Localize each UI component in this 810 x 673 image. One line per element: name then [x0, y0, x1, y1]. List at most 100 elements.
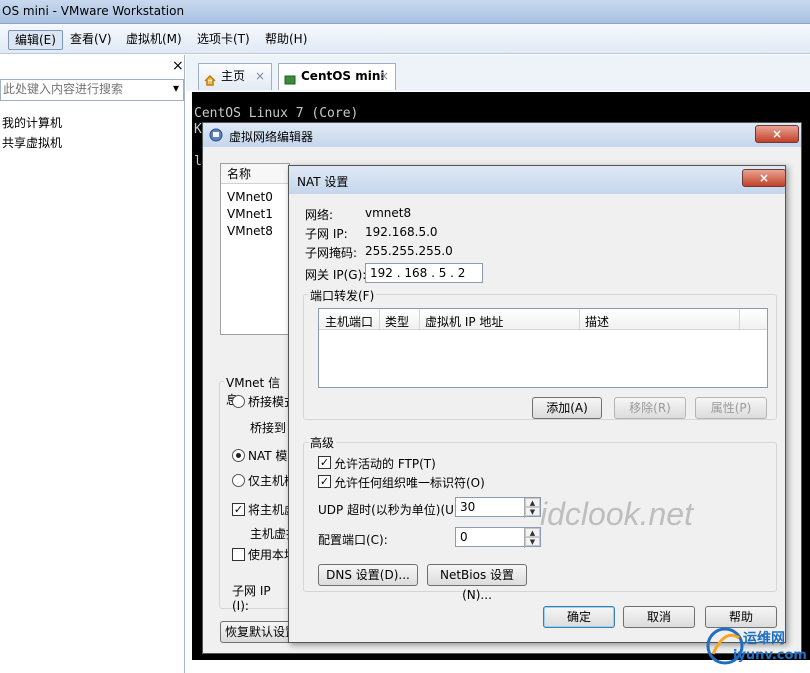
nat-close-button[interactable]: ×: [742, 169, 786, 187]
add-button[interactable]: 添加(A): [532, 397, 602, 419]
bridge-label: 桥接模式: [248, 395, 290, 409]
allow-oui-checkbox[interactable]: ✓: [318, 475, 331, 488]
tab-home[interactable]: 主页 ×: [198, 63, 272, 90]
watermark-text: idclook.net: [540, 496, 693, 532]
vne-title-bar: 虚拟网络编辑器: [203, 123, 801, 147]
column-divider: [379, 309, 380, 330]
tab-centos-close-icon[interactable]: ×: [379, 64, 389, 89]
vnet-list: 名称 VMnet0 VMnet1 VMnet8: [220, 163, 290, 335]
gateway-label: 网关 IP(G):: [305, 268, 367, 282]
cancel-button[interactable]: 取消: [623, 606, 695, 628]
config-port-value: 0: [460, 530, 468, 544]
library-search-input[interactable]: [1, 80, 161, 98]
ok-button[interactable]: 确定: [543, 606, 615, 628]
spin-up-icon[interactable]: ▲: [525, 498, 540, 507]
subnet-mask-label: 子网掩码:: [305, 246, 358, 260]
connect-host-label: 将主机虚: [248, 503, 290, 517]
udp-spinner[interactable]: ▲ ▼: [524, 498, 540, 518]
console-line-2: K: [194, 122, 202, 137]
vne-close-button[interactable]: ×: [755, 125, 799, 143]
nat-settings-dialog: NAT 设置 × 网络: vmnet8 子网 IP: 192.168.5.0 子…: [288, 165, 786, 643]
library-close-icon[interactable]: ×: [172, 58, 184, 74]
vnet-row[interactable]: VMnet0: [227, 190, 273, 204]
port-forward-group: 端口转发(F) 主机端口 类型 虚拟机 IP 地址 描述 添加(A) 移除(R)…: [303, 287, 777, 420]
site-logo: 运维网 iyunv.com: [705, 624, 807, 668]
menu-bar: 编辑(E) 查看(V) 虚拟机(M) 选项卡(T) 帮助(H): [0, 24, 810, 54]
bridge-radio[interactable]: [232, 395, 245, 408]
tree-item-my-computer[interactable]: 我的计算机: [2, 114, 62, 131]
subnet-ip-label: 子网 IP (I):: [232, 584, 271, 613]
col-vm-ip[interactable]: 虚拟机 IP 地址: [425, 313, 503, 330]
host-only-label: 仅主机模式: [248, 474, 290, 488]
dns-settings-button[interactable]: DNS 设置(D)...: [318, 564, 418, 586]
vnet-row[interactable]: VMnet8: [227, 224, 273, 238]
library-search: ▾: [0, 79, 184, 101]
column-divider: [739, 309, 740, 330]
column-divider: [419, 309, 420, 330]
nat-title-bar: NAT 设置: [289, 166, 785, 194]
vnet-col-name: 名称: [221, 164, 289, 184]
allow-oui-label: 允许任何组织唯一标识符(O): [334, 476, 485, 490]
subnet-ip-value: 192.168.5.0: [365, 225, 438, 239]
subnet-ip-label: 子网 IP:: [305, 227, 348, 241]
tree-item-shared-vms[interactable]: 共享虚拟机: [2, 134, 62, 151]
console-line-3: l: [194, 154, 202, 169]
tab-home-label: 主页: [221, 69, 246, 83]
table-header: 主机端口 类型 虚拟机 IP 地址 描述: [319, 309, 767, 330]
tab-centos-mini[interactable]: CentOS mini ×: [278, 63, 396, 90]
close-icon: ×: [771, 127, 783, 141]
home-icon: [204, 70, 216, 86]
host-only-radio[interactable]: [232, 474, 245, 487]
window-title: OS mini - VMware Workstation: [2, 4, 185, 18]
use-local-label: 使用本地: [248, 548, 290, 562]
spin-down-icon[interactable]: ▼: [525, 507, 540, 516]
udp-timeout-value: 30: [460, 500, 476, 514]
col-type[interactable]: 类型: [385, 313, 409, 330]
port-forward-table[interactable]: 主机端口 类型 虚拟机 IP 地址 描述: [318, 308, 768, 388]
advanced-legend: 高级: [308, 434, 337, 451]
tab-bar: 主页 × CentOS mini ×: [186, 55, 810, 91]
menu-help[interactable]: 帮助(H): [259, 30, 313, 50]
menu-vm[interactable]: 虚拟机(M): [120, 30, 188, 50]
console-line-1: CentOS Linux 7 (Core): [194, 106, 359, 121]
col-host-port[interactable]: 主机端口: [325, 313, 373, 330]
allow-ftp-label: 允许活动的 FTP(T): [334, 457, 436, 471]
network-icon: [209, 128, 223, 142]
vm-icon: [284, 70, 296, 85]
spin-up-icon[interactable]: ▲: [525, 528, 540, 537]
menu-view[interactable]: 查看(V): [64, 30, 118, 50]
network-value: vmnet8: [365, 206, 412, 220]
gateway-ip-input[interactable]: 192 . 168 . 5 . 2: [365, 263, 483, 283]
connect-host-checkbox[interactable]: ✓: [232, 503, 245, 516]
restore-defaults-button[interactable]: 恢复默认设置: [220, 621, 292, 643]
library-panel: × ▾ 我的计算机 共享虚拟机: [0, 55, 185, 673]
udp-timeout-input[interactable]: 30 ▲ ▼: [455, 497, 541, 518]
use-local-checkbox[interactable]: [232, 548, 245, 561]
remove-button[interactable]: 移除(R): [614, 397, 686, 419]
logo-line-1: 运维网: [743, 631, 785, 647]
host-virtual-label: 主机虚拟: [250, 527, 290, 541]
network-label: 网络:: [305, 208, 334, 222]
vmnet-info-group: VMnet 信息 桥接模式 桥接到 NAT 模式 仅主机模式 ✓ 将主机虚 主机…: [219, 374, 291, 613]
menu-edit[interactable]: 编辑(E): [8, 30, 63, 50]
config-port-input[interactable]: 0 ▲ ▼: [455, 527, 541, 548]
properties-button[interactable]: 属性(P): [695, 397, 767, 419]
subnet-mask-value: 255.255.255.0: [365, 244, 453, 258]
config-port-label: 配置端口(C):: [318, 533, 388, 547]
allow-ftp-checkbox[interactable]: ✓: [318, 456, 331, 469]
col-description[interactable]: 描述: [585, 313, 609, 330]
nat-radio[interactable]: [232, 449, 245, 462]
udp-timeout-label: UDP 超时(以秒为单位)(U):: [318, 503, 463, 517]
column-divider: [579, 309, 580, 330]
title-bar: OS mini - VMware Workstation: [0, 0, 810, 24]
vnet-row[interactable]: VMnet1: [227, 207, 273, 221]
spin-down-icon[interactable]: ▼: [525, 537, 540, 546]
nat-label: NAT 模式: [248, 449, 290, 463]
menu-tabs[interactable]: 选项卡(T): [191, 30, 256, 50]
tab-home-close-icon[interactable]: ×: [255, 64, 265, 89]
config-port-spinner[interactable]: ▲ ▼: [524, 528, 540, 548]
vne-title: 虚拟网络编辑器: [229, 130, 314, 144]
netbios-settings-button[interactable]: NetBios 设置(N)...: [427, 564, 527, 602]
search-dropdown-icon[interactable]: ▾: [173, 81, 179, 95]
port-forward-legend: 端口转发(F): [308, 287, 377, 304]
